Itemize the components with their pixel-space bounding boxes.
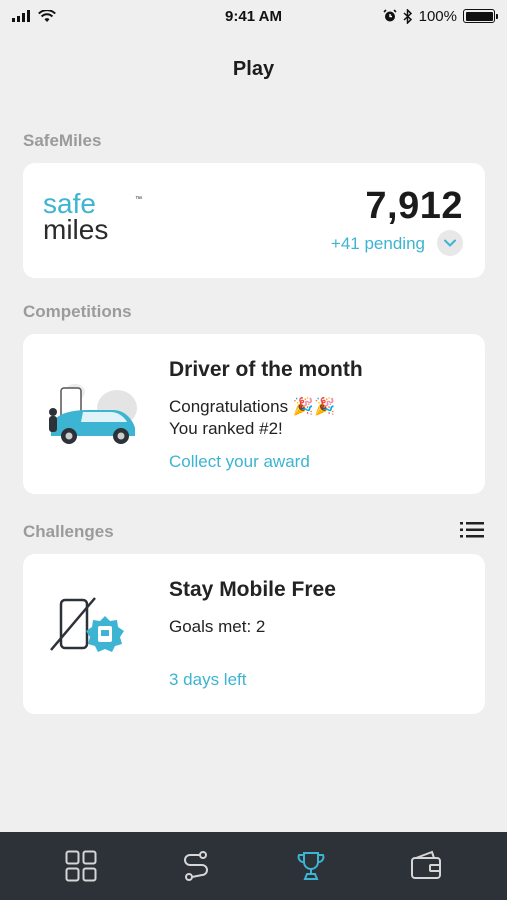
challenge-days-left[interactable]: 3 days left	[169, 670, 247, 690]
svg-text:miles: miles	[43, 214, 108, 243]
expand-pending-button[interactable]	[437, 230, 463, 256]
battery-icon	[463, 9, 498, 23]
tab-play[interactable]	[291, 846, 331, 886]
alarm-icon	[383, 9, 397, 22]
challenge-goals: Goals met: 2	[169, 617, 266, 636]
challenges-section-label: Challenges	[23, 522, 114, 541]
svg-text:™: ™	[135, 196, 142, 203]
competitions-section-label: Competitions	[23, 302, 132, 321]
challenge-card[interactable]: Stay Mobile Free Goals met: 2 3 days lef…	[23, 554, 485, 714]
safemiles-points: 7,912	[365, 185, 463, 227]
wifi-icon	[38, 9, 56, 22]
competition-congrats: Congratulations 🎉🎉	[169, 397, 336, 416]
safemiles-section-label: SafeMiles	[23, 131, 102, 150]
status-bar: 9:41 AM 100%	[0, 0, 507, 32]
list-icon[interactable]	[460, 520, 484, 540]
trophy-icon	[297, 852, 325, 880]
collect-award-link[interactable]: Collect your award	[169, 452, 310, 472]
tab-trips[interactable]	[176, 846, 216, 886]
trips-route-icon	[184, 851, 209, 881]
competition-card[interactable]: Driver of the month Congratulations 🎉🎉 Y…	[23, 334, 485, 494]
competition-title: Driver of the month	[169, 358, 363, 381]
wallet-icon	[410, 850, 441, 879]
battery-percent: 100%	[418, 7, 457, 25]
safemiles-pending[interactable]: +41 pending	[331, 234, 425, 254]
signal-icon	[12, 10, 30, 22]
status-right: 100%	[383, 7, 498, 25]
page-title: Play	[232, 58, 275, 80]
bluetooth-icon	[403, 8, 412, 24]
status-left	[12, 9, 56, 23]
chevron-down-icon	[444, 239, 456, 247]
competition-rank: You ranked #2!	[169, 419, 283, 438]
tab-dashboard[interactable]	[61, 846, 101, 886]
no-phone-badge-icon	[50, 597, 124, 652]
dashboard-grid-icon	[65, 850, 97, 882]
tab-wallet[interactable]	[406, 846, 446, 886]
tab-bar	[0, 832, 507, 900]
challenge-title: Stay Mobile Free	[169, 578, 336, 601]
safemiles-card[interactable]: safe miles ™ 7,912 +41 pending	[23, 163, 485, 278]
car-illustration-icon	[49, 384, 137, 444]
safemiles-logo: safe miles ™	[43, 193, 142, 243]
